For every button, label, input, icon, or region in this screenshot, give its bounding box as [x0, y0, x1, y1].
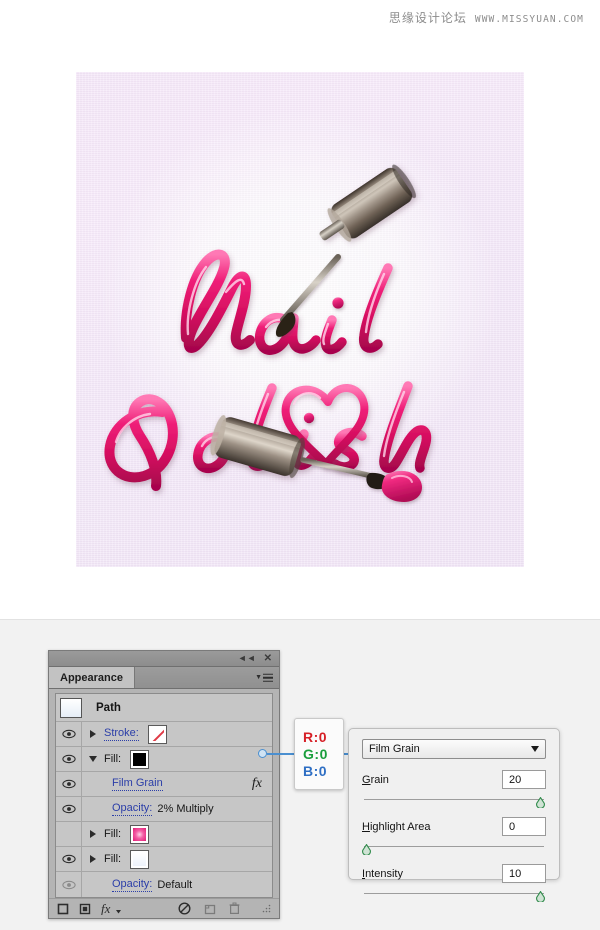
delete-item-icon[interactable]	[229, 902, 240, 915]
effect-select[interactable]: Film Grain	[362, 739, 546, 759]
panel-menu-icon[interactable]: ▼	[255, 673, 273, 682]
fill-white-label: Fill:	[104, 853, 122, 865]
appearance-row-opacity-default[interactable]: Opacity: Default	[56, 872, 272, 897]
appearance-row-opacity-multiply[interactable]: Opacity: 2% Multiply	[56, 797, 272, 822]
fx-icon[interactable]: fx	[252, 776, 262, 792]
intensity-slider-track	[364, 893, 544, 894]
fill-black-swatch[interactable]	[130, 749, 150, 769]
artwork-section: 思缘设计论坛 WWW.MISSYUAN.COM	[0, 0, 600, 620]
watermark-url: WWW.MISSYUAN.COM	[474, 14, 584, 25]
add-new-stroke-icon[interactable]	[57, 903, 69, 915]
film-grain-label[interactable]: Film Grain	[112, 777, 163, 791]
appearance-row-path[interactable]: Path	[56, 694, 272, 722]
add-effect-fx-icon[interactable]: fx	[101, 902, 121, 915]
panel-tabbar: Appearance ▼	[49, 667, 279, 689]
disclosure-fill-pink[interactable]	[82, 822, 104, 846]
effect-select-value: Film Grain	[369, 743, 420, 755]
appearance-row-stroke[interactable]: Stroke:	[56, 722, 272, 747]
rgb-blue-label: B:	[303, 763, 319, 779]
intensity-slider-handle[interactable]	[536, 889, 545, 903]
stroke-swatch-none[interactable]	[147, 724, 167, 744]
fill-white-swatch[interactable]	[130, 849, 150, 869]
disclosure-stroke[interactable]	[82, 722, 104, 746]
add-new-fill-icon[interactable]	[79, 903, 91, 915]
collapse-icon[interactable]: ◄◄	[238, 654, 256, 663]
rgb-green-line: G:0	[303, 746, 343, 762]
highlight-area-slider-track	[364, 846, 544, 847]
path-thumbnail	[60, 697, 82, 718]
clear-appearance-icon[interactable]	[178, 902, 191, 915]
visibility-toggle-opacity-multiply[interactable]	[56, 797, 82, 821]
visibility-toggle-film-grain[interactable]	[56, 772, 82, 796]
rgb-red-value: 0	[318, 729, 328, 745]
rgb-green-value: 0	[319, 746, 328, 762]
rgb-blue-value: 0	[318, 763, 328, 779]
visibility-toggle-stroke[interactable]	[56, 722, 82, 746]
grain-slider-track	[364, 799, 544, 800]
panel-footer: fx	[49, 898, 279, 918]
panel-body: Path Stroke: Fill: Film Grain fx Opacity…	[49, 689, 279, 898]
grain-label: Grain	[362, 773, 389, 786]
field-intensity: Intensity 10	[362, 864, 546, 903]
fill-black-label: Fill:	[104, 753, 122, 765]
highlight-area-input[interactable]: 0	[502, 817, 546, 836]
intensity-slider[interactable]	[362, 889, 546, 903]
intensity-label: Intensity	[362, 867, 403, 880]
visibility-toggle-fill-white[interactable]	[56, 847, 82, 871]
appearance-row-film-grain[interactable]: Film Grain fx	[56, 772, 272, 797]
appearance-panel: ◄◄ ✕ Appearance ▼ Path Stroke: Fill: Fil…	[48, 650, 280, 919]
visibility-toggle-fill-black[interactable]	[56, 747, 82, 771]
appearance-rows: Path Stroke: Fill: Film Grain fx Opacity…	[55, 693, 273, 898]
appearance-row-fill-pink[interactable]: Fill:	[56, 822, 272, 847]
callout-anchor-dot	[258, 749, 267, 758]
highlight-area-slider[interactable]	[362, 842, 546, 856]
intensity-input[interactable]: 10	[502, 864, 546, 883]
opacity-multiply-value: 2% Multiply	[157, 803, 214, 815]
duplicate-item-icon[interactable]	[204, 903, 216, 915]
panel-titlebar: ◄◄ ✕	[49, 651, 279, 667]
appearance-row-fill-black[interactable]: Fill:	[56, 747, 272, 772]
film-grain-dialog: Film Grain Grain 20 Highlight Area 0 Int…	[348, 728, 560, 903]
nail-polish-artwork	[104, 164, 432, 502]
field-highlight-area: Highlight Area 0	[362, 817, 546, 856]
opacity-default-value: Default	[157, 878, 193, 891]
opacity-default-label[interactable]: Opacity:	[112, 878, 153, 892]
svg-text:fx: fx	[101, 902, 111, 915]
opacity-multiply-label[interactable]: Opacity:	[112, 802, 153, 816]
grain-slider[interactable]	[362, 795, 546, 809]
rgb-red-label: R:	[303, 729, 319, 745]
highlight-area-label: Highlight Area	[362, 820, 431, 833]
appearance-row-fill-white[interactable]: Fill:	[56, 847, 272, 872]
grain-slider-handle[interactable]	[536, 795, 545, 809]
chevron-down-icon	[531, 746, 539, 752]
grain-label-rest: rain	[370, 773, 389, 786]
rgb-values-tooltip: R:0 G:0 B:0	[294, 718, 344, 790]
stroke-label[interactable]: Stroke:	[104, 727, 139, 741]
fill-pink-label: Fill:	[104, 828, 122, 840]
close-icon[interactable]: ✕	[264, 653, 272, 664]
artboard	[76, 72, 524, 567]
highlight-area-label-rest: ighlight Area	[369, 820, 431, 833]
disclosure-fill-black[interactable]	[82, 747, 104, 771]
tab-appearance-label: Appearance	[60, 671, 123, 684]
disclosure-fill-white[interactable]	[82, 847, 104, 871]
watermark-site-name: 思缘设计论坛	[388, 11, 467, 25]
rgb-blue-line: B:0	[303, 763, 343, 779]
fill-pink-swatch[interactable]	[130, 824, 150, 844]
grain-input[interactable]: 20	[502, 770, 546, 789]
resize-grip-icon[interactable]	[262, 904, 271, 913]
intensity-label-rest: ntensity	[365, 867, 403, 880]
tab-appearance[interactable]: Appearance	[49, 667, 135, 688]
rgb-red-line: R:0	[303, 729, 343, 745]
screenshot-root: 思缘设计论坛 WWW.MISSYUAN.COM ◄◄ ✕ Appearance …	[0, 0, 600, 930]
field-grain: Grain 20	[362, 770, 546, 809]
watermark: 思缘设计论坛 WWW.MISSYUAN.COM	[389, 9, 584, 26]
rgb-green-label: G:	[303, 746, 320, 762]
highlight-area-slider-handle[interactable]	[362, 842, 371, 856]
visibility-toggle-opacity-default[interactable]	[56, 872, 82, 897]
path-name: Path	[96, 701, 121, 714]
visibility-toggle-fill-pink[interactable]	[56, 822, 82, 846]
